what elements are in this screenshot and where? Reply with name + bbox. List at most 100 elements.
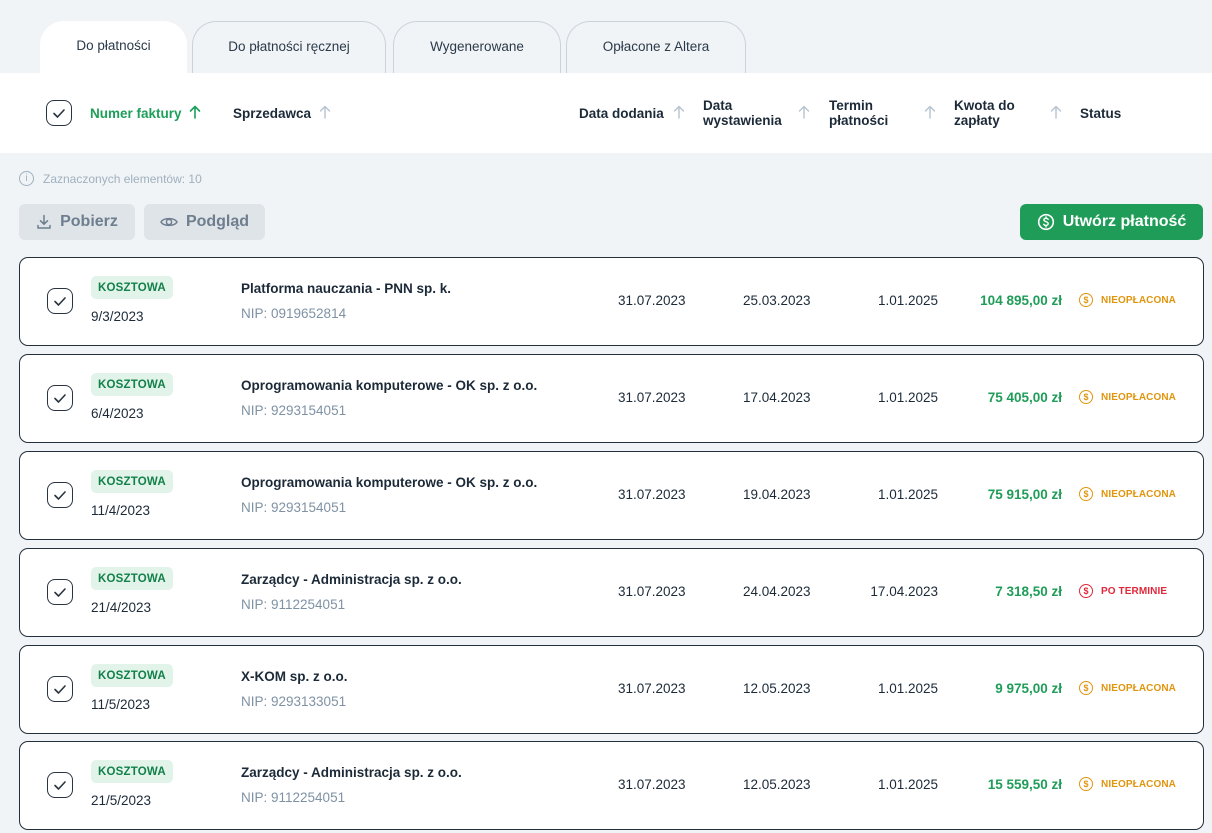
- check-icon: [54, 296, 66, 306]
- preview-label: Podgląd: [185, 213, 250, 230]
- download-label: Pobierz: [60, 213, 118, 230]
- sort-icon[interactable]: [798, 105, 810, 119]
- status-badge: $ NIEOPŁACONA: [1079, 293, 1176, 307]
- invoice-row[interactable]: KOSZTOWA 21/5/2023 Zarządcy - Administra…: [19, 741, 1204, 830]
- seller-nip: NIP: 9112254051: [241, 790, 346, 805]
- issue-date: 17.04.2023: [743, 390, 811, 405]
- seller-nip: NIP: 9293133051: [241, 694, 347, 709]
- select-all-checkbox[interactable]: [46, 100, 72, 126]
- amount-due: 75 915,00 zł: [987, 487, 1062, 502]
- status-badge: $ NIEOPŁACONA: [1079, 777, 1176, 791]
- row-checkbox[interactable]: [47, 676, 73, 702]
- status-label: NIEOPŁACONA: [1101, 778, 1176, 790]
- column-invoice-number[interactable]: Numer faktury: [90, 106, 182, 121]
- invoice-row[interactable]: KOSZTOWA 11/4/2023 Oprogramowania komput…: [19, 451, 1204, 540]
- create-payment-button[interactable]: Utwórz płatność: [1020, 204, 1203, 240]
- invoice-type-badge: KOSZTOWA: [91, 373, 173, 396]
- sort-icon[interactable]: [673, 105, 685, 119]
- amount-due: 75 405,00 zł: [987, 390, 1062, 405]
- table-header: Numer faktury Sprzedawca Data dodania Da…: [0, 73, 1212, 153]
- invoice-number: 21/5/2023: [91, 793, 152, 808]
- date-added: 31.07.2023: [618, 681, 686, 696]
- status-label: NIEOPŁACONA: [1101, 682, 1176, 694]
- status-badge: $ NIEOPŁACONA: [1079, 681, 1176, 695]
- tab-bar: Opłacone z Altera Wygenerowane Do płatno…: [0, 0, 1212, 74]
- invoice-type-badge: KOSZTOWA: [91, 664, 173, 687]
- invoice-number: 9/3/2023: [91, 309, 144, 324]
- sort-asc-icon[interactable]: [189, 105, 201, 119]
- status-label: PO TERMINIE: [1101, 585, 1168, 597]
- invoice-type-badge: KOSZTOWA: [91, 276, 173, 299]
- date-added: 31.07.2023: [618, 390, 686, 405]
- tab-do-platnosci-recznej[interactable]: Do płatności ręcznej: [192, 21, 386, 74]
- seller-name: Zarządcy - Administracja sp. z o.o.: [241, 765, 462, 780]
- sort-icon[interactable]: [1050, 105, 1062, 119]
- sort-icon[interactable]: [319, 105, 331, 119]
- row-checkbox[interactable]: [47, 385, 73, 411]
- check-icon: [53, 108, 65, 118]
- status-label: NIEOPŁACONA: [1101, 488, 1176, 500]
- invoice-number: 21/4/2023: [91, 600, 152, 615]
- seller-nip: NIP: 0919652814: [241, 306, 347, 321]
- column-due-date[interactable]: Termin płatności: [829, 98, 888, 128]
- date-added: 31.07.2023: [618, 584, 686, 599]
- tab-label: Do płatności ręcznej: [228, 38, 350, 54]
- check-icon: [54, 780, 66, 790]
- check-icon: [54, 684, 66, 694]
- seller-nip: NIP: 9293154051: [241, 500, 347, 515]
- row-checkbox[interactable]: [47, 482, 73, 508]
- tab-do-platnosci[interactable]: Do płatności: [40, 21, 187, 74]
- status-label: NIEOPŁACONA: [1101, 294, 1176, 306]
- unpaid-status-icon: $: [1079, 777, 1093, 791]
- column-amount[interactable]: Kwota do zapłaty: [954, 98, 1015, 128]
- date-added: 31.07.2023: [618, 487, 686, 502]
- selection-count-text: Zaznaczonych elementów: 10: [43, 171, 202, 186]
- info-icon: i: [19, 171, 34, 186]
- column-issue-date[interactable]: Data wystawienia: [703, 98, 782, 128]
- selection-info: i Zaznaczonych elementów: 10: [19, 171, 202, 186]
- check-icon: [54, 587, 66, 597]
- eye-icon: [160, 217, 178, 227]
- download-button[interactable]: Pobierz: [19, 204, 135, 240]
- seller-name: Zarządcy - Administracja sp. z o.o.: [241, 572, 462, 587]
- invoice-type-badge: KOSZTOWA: [91, 470, 173, 493]
- preview-button[interactable]: Podgląd: [144, 204, 265, 240]
- unpaid-status-icon: $: [1079, 293, 1093, 307]
- seller-name: Platforma nauczania - PNN sp. k.: [241, 281, 452, 296]
- date-added: 31.07.2023: [618, 293, 686, 308]
- seller-nip: NIP: 9293154051: [241, 403, 347, 418]
- tab-oplacone-z-altera[interactable]: Opłacone z Altera: [566, 21, 746, 74]
- seller-name: Oprogramowania komputerowe - OK sp. z o.…: [241, 378, 538, 393]
- payment-icon: [1037, 213, 1054, 231]
- tab-label: Do płatności: [76, 38, 151, 53]
- tab-wygenerowane[interactable]: Wygenerowane: [393, 21, 561, 74]
- column-seller[interactable]: Sprzedawca: [233, 106, 311, 121]
- unpaid-status-icon: $: [1079, 390, 1093, 404]
- seller-name: X-KOM sp. z o.o.: [241, 669, 348, 684]
- invoice-number: 11/5/2023: [91, 697, 151, 712]
- create-payment-label: Utwórz płatność: [1062, 213, 1187, 230]
- status-badge: $ NIEOPŁACONA: [1079, 487, 1176, 501]
- sort-icon[interactable]: [924, 105, 936, 119]
- invoice-row[interactable]: KOSZTOWA 9/3/2023 Platforma nauczania - …: [19, 257, 1204, 346]
- issue-date: 24.04.2023: [743, 584, 811, 599]
- row-checkbox[interactable]: [47, 772, 73, 798]
- tab-label: Wygenerowane: [430, 38, 524, 54]
- amount-due: 9 975,00 zł: [995, 681, 1062, 696]
- issue-date: 19.04.2023: [743, 487, 811, 502]
- row-checkbox[interactable]: [47, 579, 73, 605]
- column-status[interactable]: Status: [1080, 106, 1121, 121]
- status-label: NIEOPŁACONA: [1101, 391, 1176, 403]
- row-checkbox[interactable]: [47, 288, 73, 314]
- date-added: 31.07.2023: [618, 777, 686, 792]
- invoice-row[interactable]: KOSZTOWA 11/5/2023 X-KOM sp. z o.o. NIP:…: [19, 645, 1204, 734]
- status-badge: $ NIEOPŁACONA: [1079, 390, 1176, 404]
- download-icon: [37, 214, 51, 229]
- invoice-row[interactable]: KOSZTOWA 6/4/2023 Oprogramowania kompute…: [19, 354, 1204, 443]
- overdue-status-icon: $: [1079, 584, 1093, 598]
- invoice-row[interactable]: KOSZTOWA 21/4/2023 Zarządcy - Administra…: [19, 548, 1204, 637]
- tab-label: Opłacone z Altera: [602, 38, 710, 54]
- column-date-added[interactable]: Data dodania: [579, 106, 664, 121]
- amount-due: 15 559,50 zł: [987, 777, 1062, 792]
- invoice-number: 11/4/2023: [91, 503, 151, 518]
